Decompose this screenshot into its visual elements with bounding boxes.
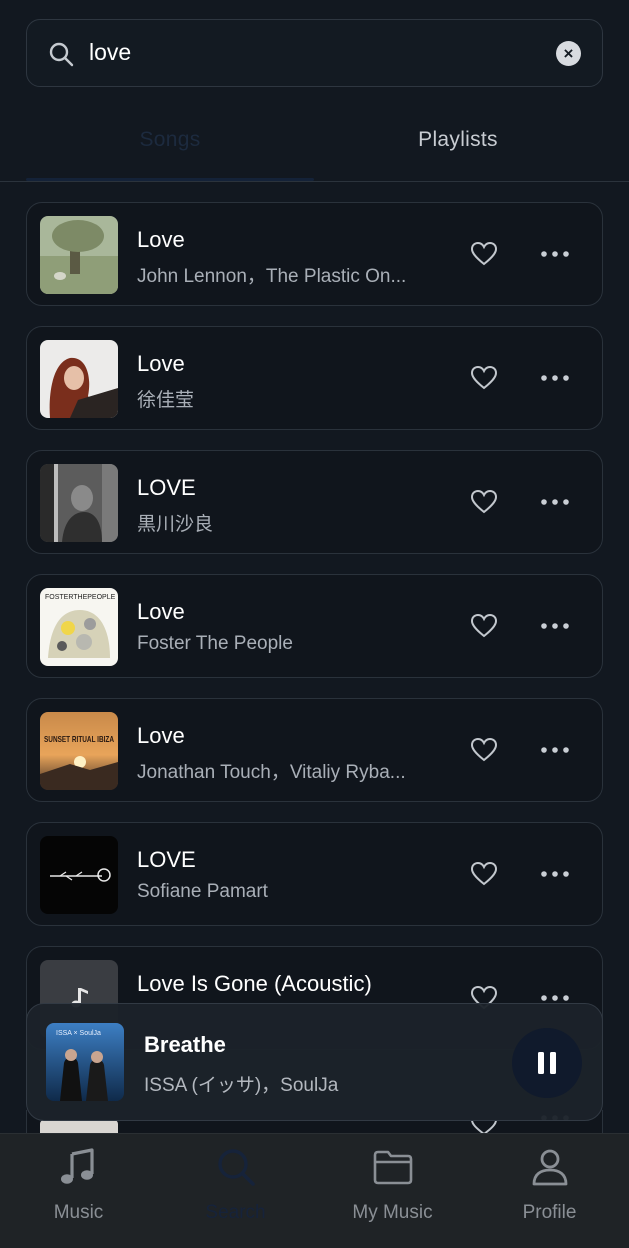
album-cover: SUNSET RITUAL IBIZA [40, 712, 118, 790]
nav-music[interactable]: Music [0, 1134, 157, 1248]
search-icon [218, 1149, 255, 1186]
song-row[interactable]: Love 徐佳莹 [26, 326, 603, 430]
heart-icon[interactable] [470, 860, 498, 888]
nav-label: My Music [352, 1202, 433, 1223]
song-title: Love [137, 227, 185, 252]
cover-text: ISSA × SoulJa [56, 1030, 101, 1037]
more-options-button[interactable] [540, 611, 570, 641]
search-bar[interactable]: love × [26, 19, 603, 87]
song-artist: 黒川沙良 [137, 514, 214, 535]
album-cover [40, 836, 118, 914]
more-options-button[interactable] [540, 363, 570, 393]
album-cover: FOSTERTHEPEOPLE [40, 588, 118, 666]
song-title: LOVE [137, 475, 196, 500]
music-note-icon [61, 1148, 94, 1184]
now-playing-artist: ISSA (イッサ)，SoulJa [144, 1075, 339, 1096]
song-title: Love Is Gone (Acoustic) [137, 971, 372, 996]
ellipsis-icon [541, 747, 569, 753]
more-options-button[interactable] [540, 487, 570, 517]
bottom-nav: Music Search My Music Profile [0, 1133, 629, 1248]
nav-label: Search [205, 1202, 266, 1223]
song-artist: 徐佳莹 [137, 390, 195, 411]
close-icon: × [563, 44, 574, 63]
nav-label: Profile [522, 1202, 577, 1223]
more-options-button[interactable] [540, 239, 570, 269]
nav-profile[interactable]: Profile [471, 1134, 628, 1248]
search-icon [49, 42, 74, 67]
heart-icon[interactable] [470, 364, 498, 392]
ellipsis-icon [541, 375, 569, 381]
song-row[interactable]: FOSTERTHEPEOPLE Love Foster The People [26, 574, 603, 678]
ellipsis-icon [541, 871, 569, 877]
song-artist: Jonathan Touch，Vitaliy Ryba... [137, 762, 406, 783]
profile-icon [532, 1149, 568, 1186]
heart-icon[interactable] [470, 736, 498, 764]
now-playing-bar[interactable]: ISSA × SoulJa Breathe ISSA (イッサ)，SoulJa [26, 1003, 603, 1121]
heart-icon[interactable] [470, 240, 498, 268]
song-row[interactable]: Love John Lennon，The Plastic On... [26, 202, 603, 306]
song-title: Love [137, 351, 185, 376]
now-playing-cover: ISSA × SoulJa [46, 1023, 124, 1101]
ellipsis-icon [541, 995, 569, 1001]
folder-icon [373, 1150, 413, 1185]
song-artist: Foster The People [137, 633, 293, 654]
album-cover [40, 340, 118, 418]
cover-text: SUNSET RITUAL IBIZA [44, 734, 114, 744]
song-artist: John Lennon，The Plastic On... [137, 266, 407, 287]
pause-button[interactable] [512, 1028, 582, 1098]
more-options-button[interactable] [540, 735, 570, 765]
ellipsis-icon [541, 623, 569, 629]
tab-songs[interactable]: Songs [26, 128, 314, 152]
search-input[interactable]: love [89, 37, 131, 67]
song-title: LOVE [137, 847, 196, 872]
song-row[interactable]: SUNSET RITUAL IBIZA Love Jonathan Touch，… [26, 698, 603, 802]
heart-icon[interactable] [470, 612, 498, 640]
pause-icon [538, 1052, 556, 1074]
song-title: Love [137, 723, 185, 748]
album-cover [40, 464, 118, 542]
ellipsis-icon [541, 251, 569, 257]
tab-playlists[interactable]: Playlists [314, 128, 602, 152]
album-cover [40, 216, 118, 294]
nav-my-music[interactable]: My Music [314, 1134, 471, 1248]
tab-bar: Songs Playlists [0, 108, 629, 182]
song-row[interactable]: LOVE Sofiane Pamart [26, 822, 603, 926]
nav-label: Music [53, 1202, 104, 1223]
tab-active-indicator [26, 178, 314, 181]
more-options-button[interactable] [540, 859, 570, 889]
song-artist: Sofiane Pamart [137, 881, 268, 902]
ellipsis-icon [541, 499, 569, 505]
clear-search-button[interactable]: × [556, 41, 581, 66]
heart-icon[interactable] [470, 488, 498, 516]
nav-search[interactable]: Search [157, 1134, 314, 1248]
search-screen: love × Songs Playlists Love John Lennon，… [0, 0, 629, 1248]
now-playing-title: Breathe [144, 1032, 226, 1057]
cover-text: FOSTERTHEPEOPLE [45, 594, 116, 601]
song-title: Love [137, 599, 185, 624]
song-row[interactable]: LOVE 黒川沙良 [26, 450, 603, 554]
